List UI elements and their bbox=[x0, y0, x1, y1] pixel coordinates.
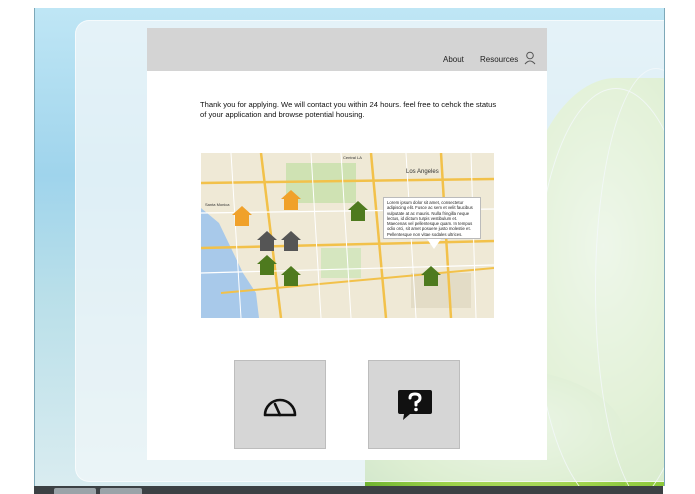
map-info-popup: Lorem ipsum dolor sit amet, consectetur … bbox=[383, 197, 481, 239]
map-label-los-angeles: Los Angeles bbox=[406, 169, 439, 175]
house-marker-icon[interactable] bbox=[231, 205, 253, 227]
house-marker-icon[interactable] bbox=[256, 230, 278, 252]
confirmation-message: Thank you for applying. We will contact … bbox=[200, 100, 497, 119]
nav-resources-link[interactable]: Resources bbox=[480, 55, 518, 64]
help-tile-button[interactable] bbox=[368, 360, 460, 449]
map-label-santa-monica: Santa Monica bbox=[205, 202, 230, 207]
map-label-central-la: Central LA bbox=[343, 155, 362, 160]
taskbar-button[interactable] bbox=[100, 488, 142, 494]
taskbar bbox=[34, 486, 663, 494]
house-marker-icon[interactable] bbox=[280, 265, 302, 287]
house-marker-icon[interactable] bbox=[256, 254, 278, 276]
dashboard-tile-button[interactable] bbox=[234, 360, 326, 449]
house-marker-icon[interactable] bbox=[280, 230, 302, 252]
housing-map[interactable]: Los Angeles Santa Monica Central LA Lore… bbox=[201, 153, 494, 318]
nav-about-link[interactable]: About bbox=[443, 55, 464, 64]
help-question-icon bbox=[398, 390, 432, 420]
house-marker-icon[interactable] bbox=[420, 265, 442, 287]
header-bar: About Resources bbox=[147, 28, 547, 71]
dashboard-gauge-icon bbox=[263, 398, 297, 417]
map-info-popup-tail bbox=[427, 239, 441, 249]
web-page: About Resources Thank you for applying. … bbox=[147, 28, 547, 460]
house-marker-icon[interactable] bbox=[347, 200, 369, 222]
user-icon[interactable] bbox=[524, 51, 536, 65]
house-marker-icon[interactable] bbox=[280, 189, 302, 211]
taskbar-button[interactable] bbox=[54, 488, 96, 494]
